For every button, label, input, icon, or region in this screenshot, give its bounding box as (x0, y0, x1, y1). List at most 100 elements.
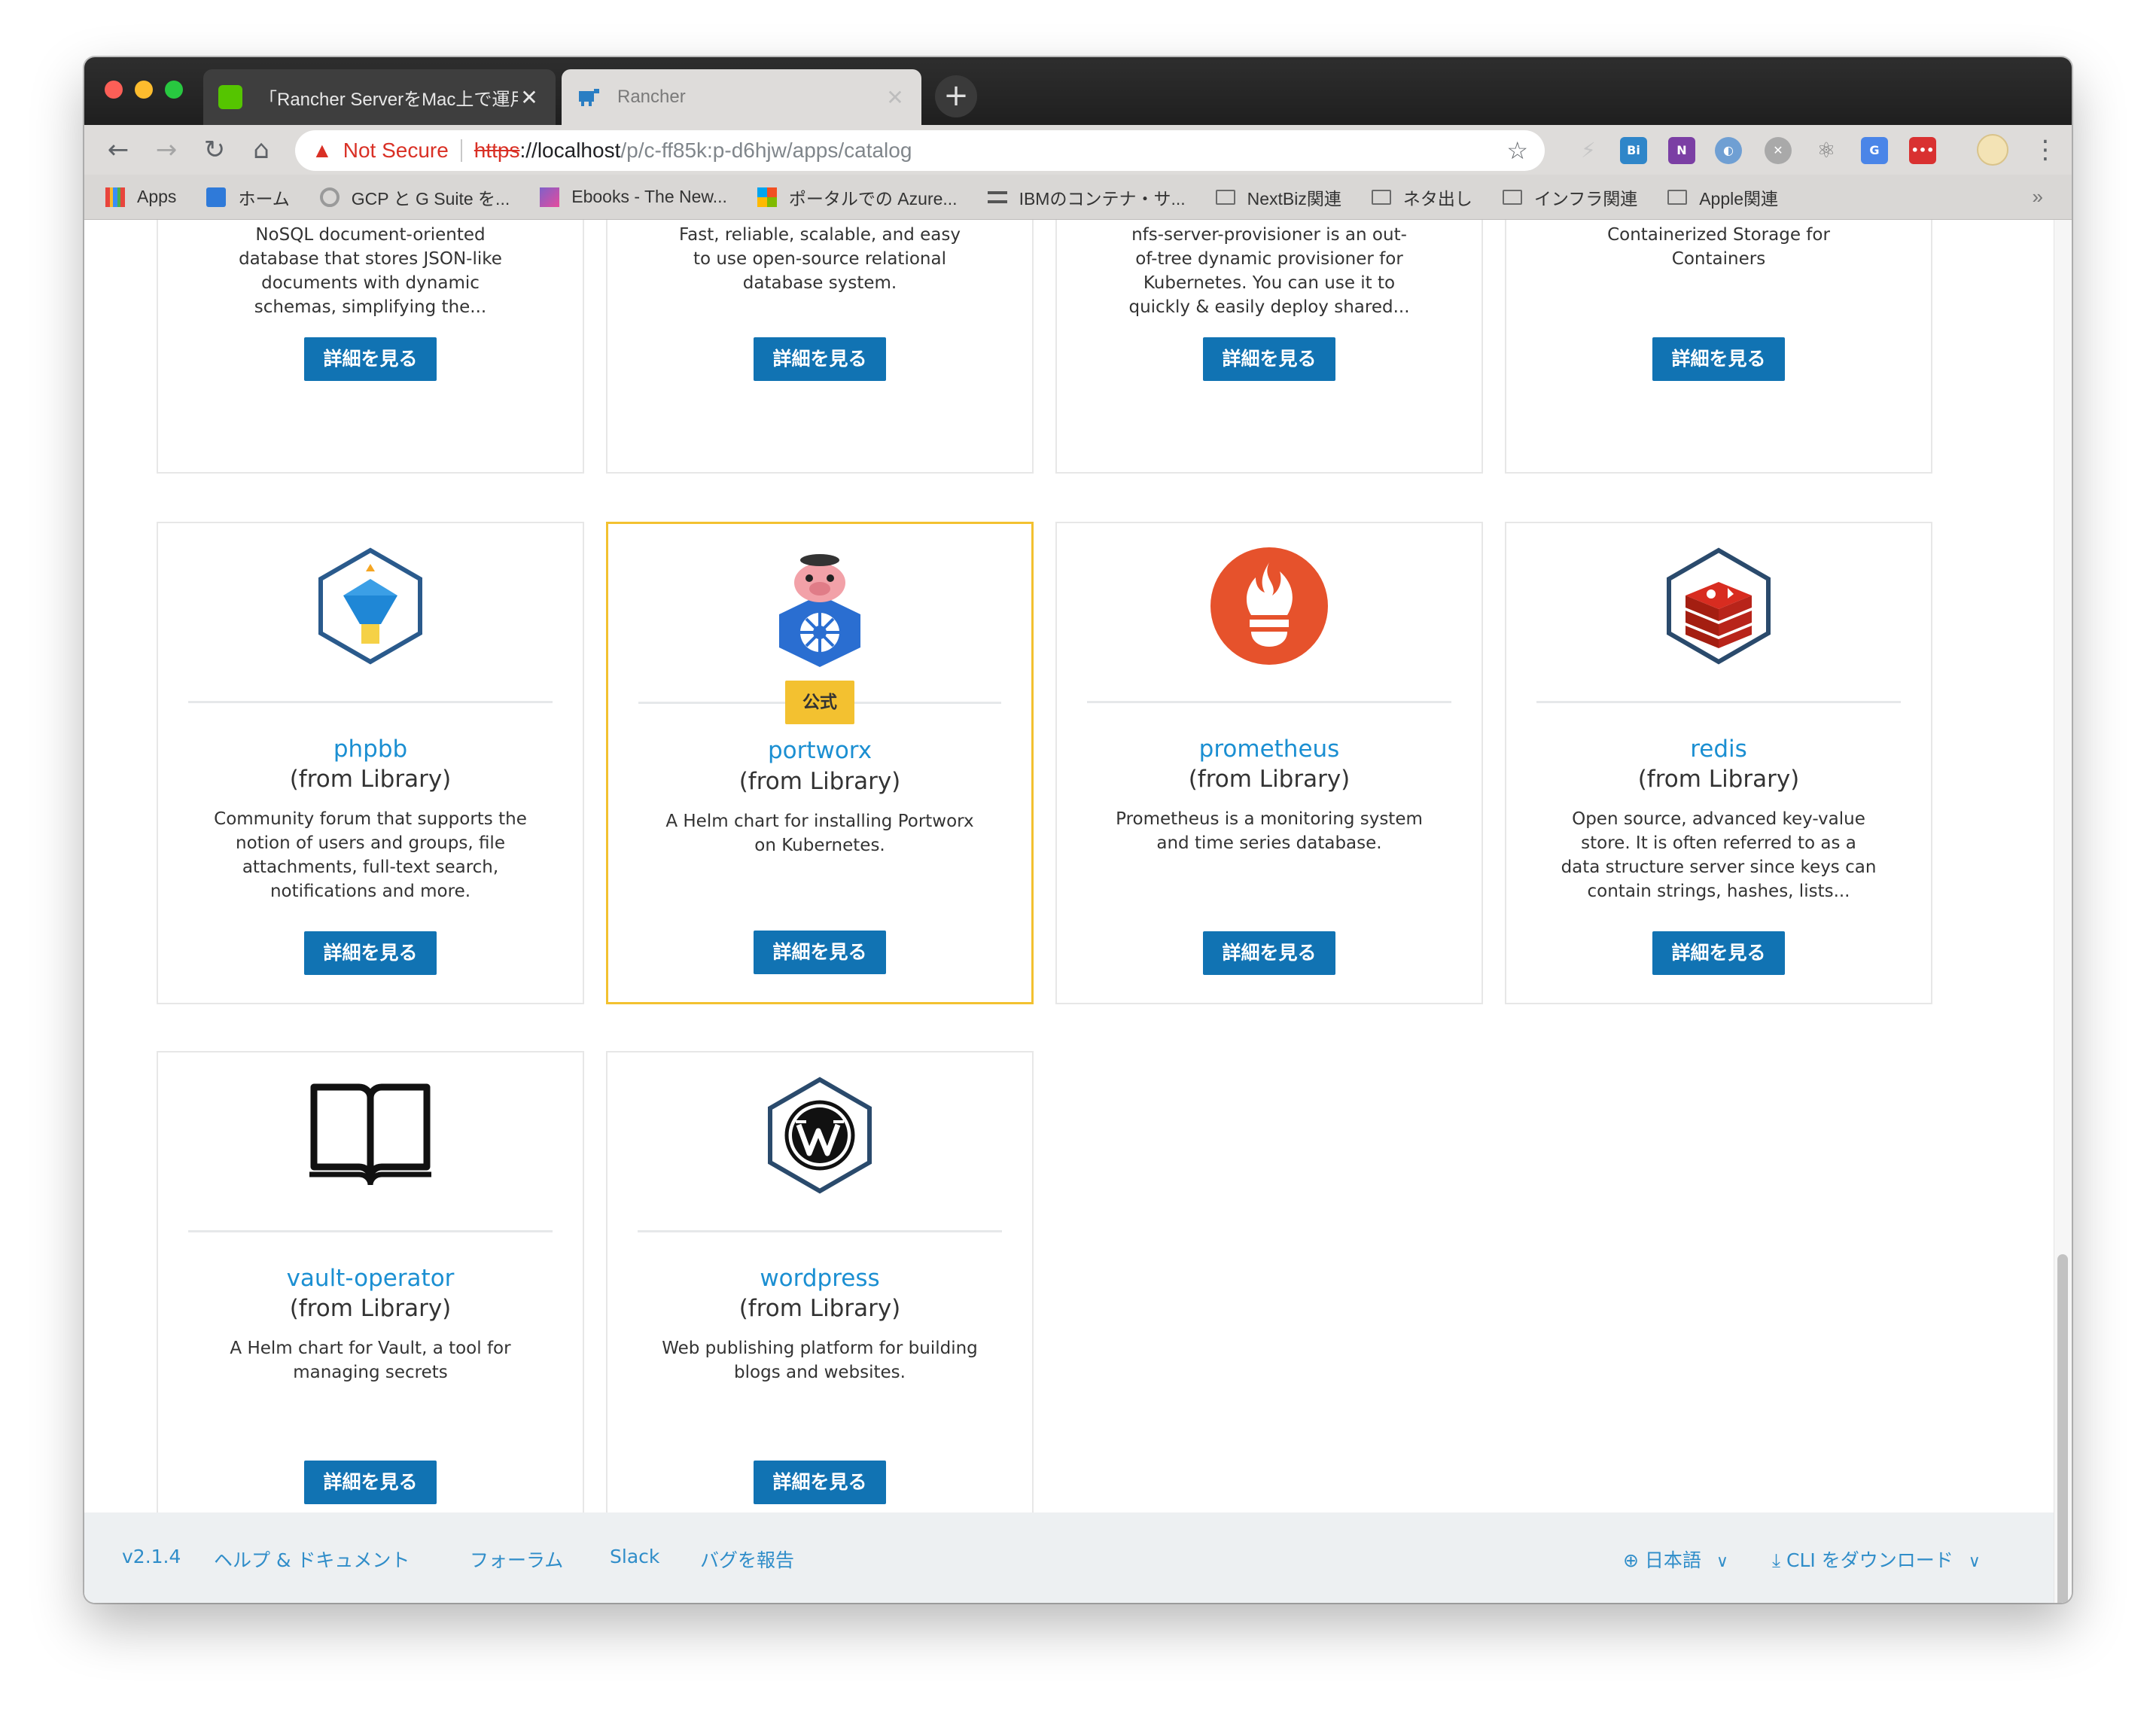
bookmark-folder-neta[interactable]: ネタ出し (1371, 184, 1472, 210)
forward-icon[interactable]: → (149, 133, 184, 167)
catalog-card-prometheus: prometheus (from Library) Prometheus is … (1055, 522, 1483, 1004)
app-name[interactable]: phpbb (158, 736, 583, 763)
official-badge: 公式 (785, 681, 854, 724)
view-details-button[interactable]: 詳細を見る (1203, 337, 1335, 381)
new-tab-button[interactable]: + (935, 75, 977, 117)
scrollbar-thumb[interactable] (2057, 1254, 2068, 1603)
qiita-icon (218, 85, 242, 109)
sync-extension-icon[interactable]: ◐ (1715, 137, 1742, 164)
view-details-button[interactable]: 詳細を見る (304, 931, 437, 975)
app-source: (from Library) (1188, 766, 1351, 793)
home-icon[interactable]: ⌂ (244, 133, 279, 167)
app-description: Web publishing platform for building blo… (662, 1339, 978, 1382)
bookmarks-overflow-icon[interactable]: » (2033, 185, 2043, 209)
tab-qiita[interactable]: 「Rancher ServerをMac上で運用 ✕ (203, 69, 556, 125)
bookmark-folder-apple[interactable]: Apple関連 (1667, 184, 1778, 210)
close-tab-icon[interactable]: ✕ (884, 85, 906, 110)
bookmark-folder-nextbiz[interactable]: NextBiz関連 (1215, 184, 1341, 210)
address-bar[interactable]: ▲ Not Secure https ://localhost /p/c-ff8… (295, 130, 1545, 171)
catalog-card-portworx: 公式 portworx (from Library) A Helm chart … (606, 522, 1034, 1004)
view-details-button[interactable]: 詳細を見る (1652, 337, 1785, 381)
help-docs-link[interactable]: ヘルプ & ドキュメント (214, 1546, 410, 1573)
view-details-button[interactable]: 詳細を見る (1203, 931, 1335, 975)
view-details-button[interactable]: 詳細を見る (754, 337, 886, 381)
catalog-page: NoSQL document-oriented database that sto… (84, 220, 2054, 1603)
tab-strip: 「Rancher ServerをMac上で運用 ✕ Rancher ✕ + (84, 57, 2072, 125)
forum-link[interactable]: フォーラム (470, 1546, 563, 1573)
react-devtools-icon[interactable]: ⚛ (1813, 137, 1840, 164)
view-details-button[interactable]: 詳細を見る (754, 931, 886, 974)
browser-window: 「Rancher ServerをMac上で運用 ✕ Rancher ✕ + ← … (84, 57, 2072, 1603)
lastpass-icon[interactable]: ••• (1909, 137, 1936, 164)
lightning-icon[interactable]: ⚡ (1575, 137, 1602, 164)
app-description: Prometheus is a monitoring system and ti… (1116, 809, 1423, 853)
app-source: (from Library) (1637, 766, 1800, 793)
menu-kebab-icon[interactable]: ⋮ (2033, 133, 2058, 167)
catalog-card-vault-operator: vault-operator (from Library) A Helm cha… (157, 1051, 584, 1534)
view-details-button[interactable]: 詳細を見る (304, 337, 437, 381)
app-source: (from Library) (289, 1295, 452, 1322)
back-icon[interactable]: ← (101, 133, 136, 167)
app-description: Open source, advanced key-value store. I… (1561, 809, 1877, 901)
app-name[interactable]: redis (1506, 736, 1931, 763)
app-source: (from Library) (738, 1295, 901, 1322)
zoom-window-button[interactable] (165, 81, 183, 99)
catalog-card-wordpress: wordpress (from Library) Web publishing … (606, 1051, 1034, 1534)
card-description: Fast, reliable, scalable, and easy to use… (679, 225, 961, 293)
cli-download-dropdown[interactable]: ⤓ CLI をダウンロード ∨ (1772, 1546, 1981, 1573)
portworx-icon (767, 548, 872, 669)
microsoft-icon (757, 187, 777, 207)
bookmark-gcp[interactable]: GCP と G Suite を... (319, 184, 510, 210)
app-source: (from Library) (289, 766, 452, 793)
close-window-button[interactable] (105, 81, 123, 99)
catalog-card: NoSQL document-oriented database that sto… (157, 220, 584, 474)
google-translate-icon[interactable]: G (1861, 137, 1888, 164)
wordpress-icon (760, 1075, 880, 1196)
catalog-card: Fast, reliable, scalable, and easy to use… (606, 220, 1034, 474)
url-path: /p/c-ff85k:p-d6hjw/apps/catalog (620, 139, 912, 162)
download-icon: ⤓ (1772, 1549, 1781, 1571)
profile-avatar[interactable] (1977, 134, 2008, 166)
version-link[interactable]: v2.1.4 (122, 1546, 181, 1567)
slack-link[interactable]: Slack (610, 1546, 659, 1567)
bookmark-ebooks[interactable]: Ebooks - The New... (540, 187, 727, 207)
gcp-icon (319, 187, 340, 207)
ebooks-icon (540, 187, 560, 207)
app-name[interactable]: portworx (608, 737, 1031, 764)
bi-extension-icon[interactable]: Bi (1620, 137, 1647, 164)
bookmark-star-icon[interactable]: ☆ (1506, 136, 1528, 165)
bookmark-ibm[interactable]: IBMのコンテナ・サ... (987, 184, 1186, 210)
catalog-card-redis: redis (from Library) Open source, advanc… (1505, 522, 1932, 1004)
x-extension-icon[interactable]: ✕ (1765, 137, 1792, 164)
view-details-button[interactable]: 詳細を見る (1652, 931, 1785, 975)
divider (188, 701, 553, 703)
rancher-icon (577, 85, 601, 109)
bookmark-azure[interactable]: ポータルでの Azure... (757, 184, 958, 210)
chevron-down-icon: ∨ (1968, 1552, 1981, 1571)
catalog-card: nfs-server-provisioner is an out-of-tree… (1055, 220, 1483, 474)
bookmarks-bar: Apps ホーム GCP と G Suite を... Ebooks - The… (84, 175, 2072, 220)
bookmark-folder-infra[interactable]: インフラ関連 (1502, 184, 1637, 210)
app-name[interactable]: prometheus (1057, 736, 1481, 763)
onenote-icon[interactable]: N (1668, 137, 1695, 164)
language-dropdown[interactable]: ⊕ 日本語 ∨ (1623, 1546, 1728, 1573)
view-details-button[interactable]: 詳細を見る (304, 1461, 437, 1504)
redis-icon (1658, 546, 1779, 666)
divider (638, 1230, 1002, 1232)
url-scheme: https (474, 139, 520, 162)
bookmark-home[interactable]: ホーム (206, 184, 290, 210)
minimize-window-button[interactable] (135, 81, 153, 99)
divider (1087, 701, 1451, 703)
folder-icon (1215, 189, 1235, 205)
view-details-button[interactable]: 詳細を見る (754, 1461, 886, 1504)
close-tab-icon[interactable]: ✕ (518, 85, 541, 110)
tab-rancher[interactable]: Rancher ✕ (562, 69, 921, 125)
url-host: ://localhost (519, 139, 621, 162)
app-name[interactable]: wordpress (608, 1265, 1032, 1292)
report-bug-link[interactable]: バグを報告 (700, 1546, 794, 1573)
app-name[interactable]: vault-operator (158, 1265, 583, 1292)
reload-icon[interactable]: ↻ (197, 133, 232, 167)
bookmark-apps[interactable]: Apps (105, 187, 176, 207)
security-label[interactable]: Not Secure (343, 139, 449, 163)
card-description: Containerized Storage for Containers (1607, 225, 1830, 269)
